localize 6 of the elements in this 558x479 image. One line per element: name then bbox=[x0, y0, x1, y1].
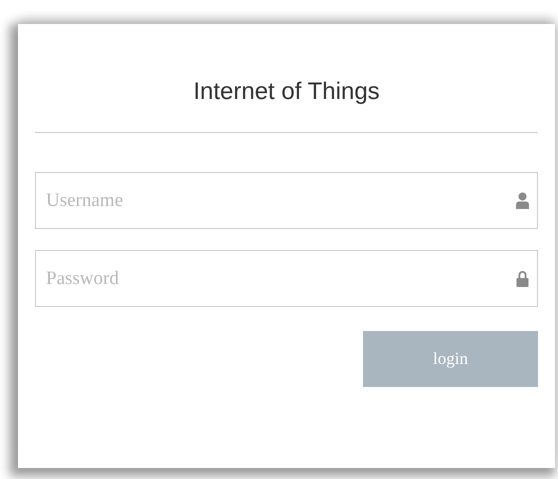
password-field[interactable]: Password bbox=[35, 250, 538, 307]
login-title: Internet of Things bbox=[192, 77, 381, 107]
username-field[interactable]: Username bbox=[35, 172, 538, 229]
lock-icon bbox=[516, 270, 529, 287]
login-button[interactable]: login bbox=[363, 331, 538, 387]
user-icon bbox=[516, 192, 529, 209]
